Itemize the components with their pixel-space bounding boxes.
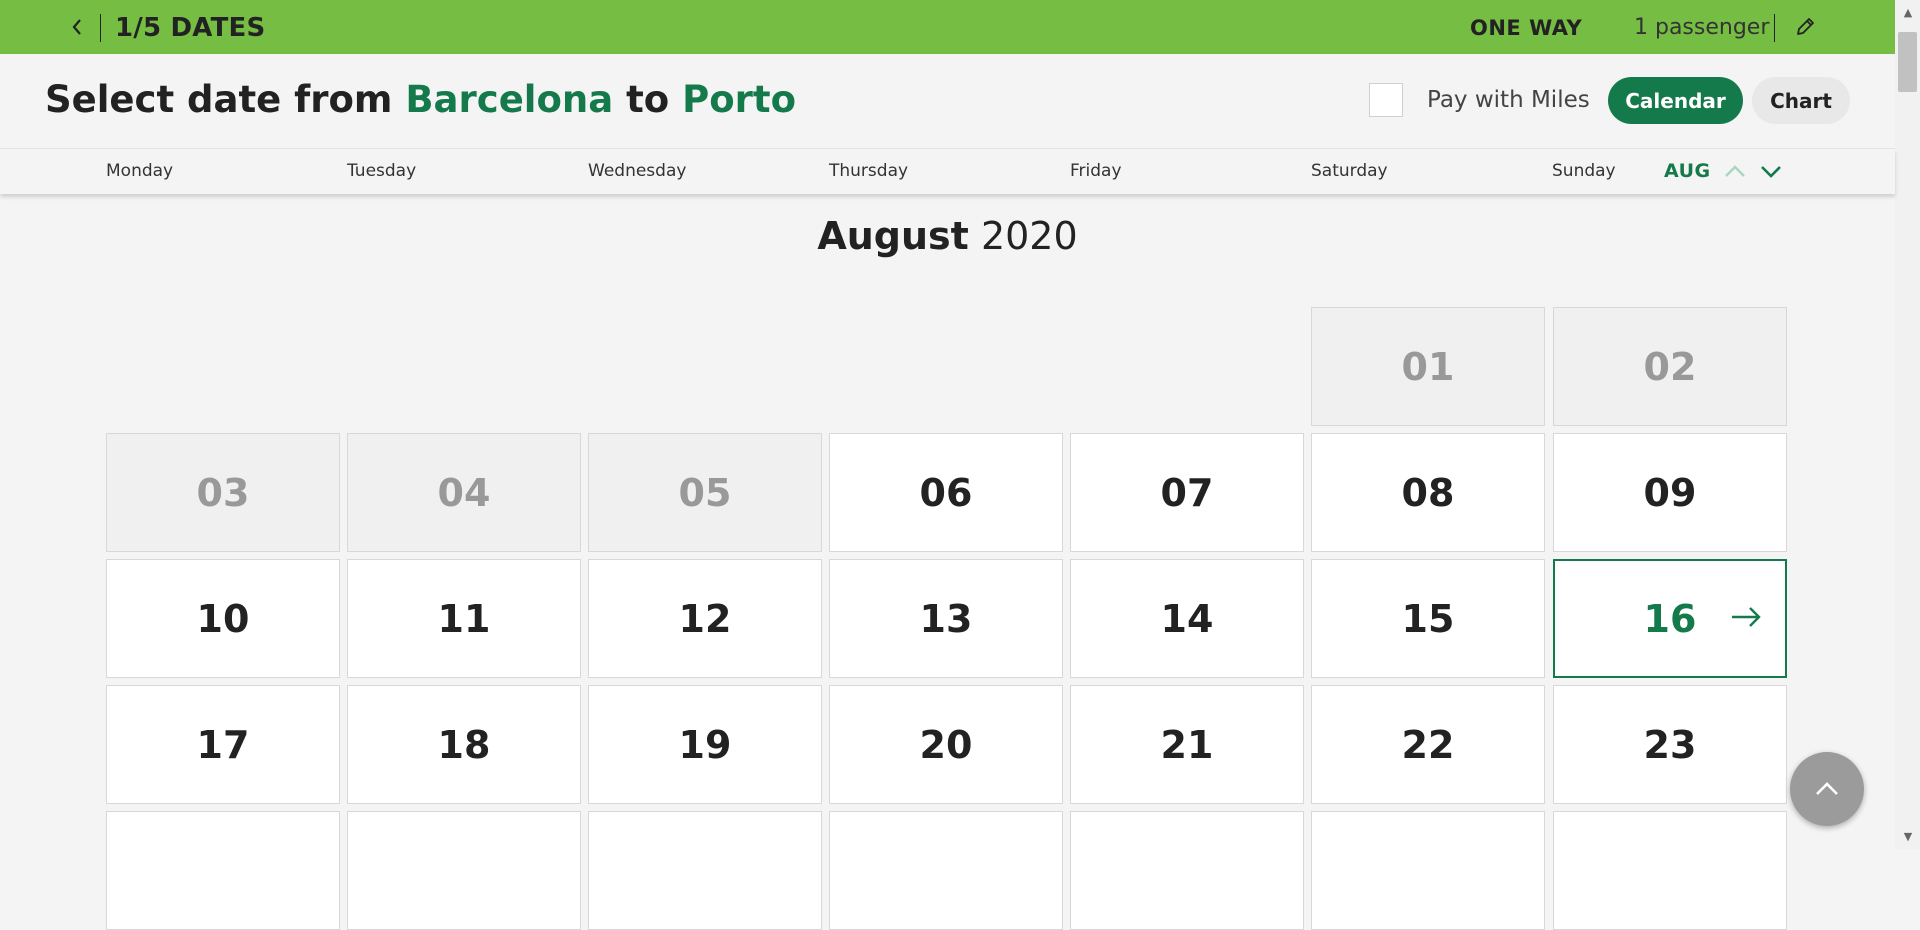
weekday-monday: Monday (106, 161, 174, 181)
page-title: Select date from Barcelona to Porto (45, 78, 796, 121)
day-number: 01 (1401, 344, 1455, 389)
day-number: 11 (437, 596, 491, 641)
trip-type-label: ONE WAY (1470, 16, 1583, 40)
calendar-day[interactable] (1311, 811, 1545, 930)
day-number: 04 (437, 470, 491, 515)
calendar-day[interactable]: 20 (829, 685, 1063, 804)
day-number: 23 (1643, 722, 1697, 767)
step-indicator: 1/5 DATES (115, 13, 266, 43)
calendar-day[interactable]: 23 (1553, 685, 1787, 804)
origin-city: Barcelona (405, 78, 614, 121)
divider (1774, 14, 1775, 42)
title-prefix: Select date from (45, 78, 393, 121)
page-scrollbar[interactable] (1895, 0, 1920, 849)
day-number: 03 (196, 470, 250, 515)
day-number: 18 (437, 722, 491, 767)
calendar-day: 01 (1311, 307, 1545, 426)
calendar-day: 05 (588, 433, 822, 552)
day-number: 05 (678, 470, 732, 515)
day-number: 16 (1643, 596, 1697, 641)
weekday-tuesday: Tuesday (347, 161, 417, 181)
calendar-day: 04 (347, 433, 581, 552)
back-to-top-button[interactable] (1790, 752, 1864, 826)
chevron-up-icon (1816, 782, 1838, 795)
scroll-up-icon[interactable]: ▲ (1900, 6, 1916, 20)
weekday-wednesday: Wednesday (588, 161, 687, 181)
chevron-up-icon[interactable] (1720, 158, 1750, 184)
back-chevron-icon[interactable] (66, 15, 88, 39)
arrow-right-icon (1732, 607, 1761, 627)
calendar-day[interactable]: 10 (106, 559, 340, 678)
calendar-day[interactable]: 12 (588, 559, 822, 678)
calendar-day: 02 (1553, 307, 1787, 426)
calendar-day[interactable]: 19 (588, 685, 822, 804)
day-number: 02 (1643, 344, 1697, 389)
calendar-day[interactable]: 09 (1553, 433, 1787, 552)
calendar-day-selected[interactable]: 16 (1553, 559, 1787, 678)
weekday-friday: Friday (1070, 161, 1122, 181)
calendar-day[interactable] (588, 811, 822, 930)
calendar-day[interactable]: 08 (1311, 433, 1545, 552)
weekday-saturday: Saturday (1311, 161, 1388, 181)
calendar-day[interactable]: 17 (106, 685, 340, 804)
calendar-day[interactable]: 15 (1311, 559, 1545, 678)
weekday-header: Monday Tuesday Wednesday Thursday Friday… (0, 149, 1895, 194)
month-name: August (817, 214, 969, 258)
pencil-icon[interactable] (1793, 14, 1817, 40)
calendar-day[interactable] (1553, 811, 1787, 930)
passenger-count: 1 passenger (1634, 15, 1770, 40)
divider (100, 14, 101, 42)
calendar-day[interactable] (347, 811, 581, 930)
calendar-day[interactable]: 07 (1070, 433, 1304, 552)
day-number: 15 (1401, 596, 1455, 641)
calendar-day[interactable]: 18 (347, 685, 581, 804)
pay-with-miles-checkbox[interactable] (1369, 83, 1403, 117)
day-number: 22 (1401, 722, 1455, 767)
calendar-day[interactable]: 22 (1311, 685, 1545, 804)
weekday-sunday: Sunday (1552, 161, 1616, 181)
chart-view-button[interactable]: Chart (1752, 77, 1850, 124)
month-nav-label: AUG (1664, 160, 1711, 182)
calendar-day[interactable]: 13 (829, 559, 1063, 678)
day-number: 13 (919, 596, 973, 641)
day-number: 14 (1160, 596, 1214, 641)
calendar-day[interactable]: 11 (347, 559, 581, 678)
day-number: 07 (1160, 470, 1214, 515)
month-title: August 2020 (0, 214, 1895, 258)
calendar-day[interactable] (829, 811, 1063, 930)
day-number: 09 (1643, 470, 1697, 515)
day-number: 19 (678, 722, 732, 767)
day-number: 12 (678, 596, 732, 641)
calendar-day[interactable]: 14 (1070, 559, 1304, 678)
weekday-thursday: Thursday (829, 161, 909, 181)
top-bar: 1/5 DATES ONE WAY 1 passenger (0, 0, 1895, 54)
day-number: 21 (1160, 722, 1214, 767)
pay-with-miles-label: Pay with Miles (1427, 87, 1590, 113)
calendar-day[interactable] (106, 811, 340, 930)
day-number: 20 (919, 722, 973, 767)
calendar-day: 03 (106, 433, 340, 552)
day-number: 08 (1401, 470, 1455, 515)
scroll-thumb[interactable] (1898, 32, 1917, 92)
month-year: 2020 (980, 214, 1078, 258)
scroll-down-icon[interactable]: ▼ (1900, 830, 1916, 844)
day-number: 06 (919, 470, 973, 515)
calendar-view-button[interactable]: Calendar (1608, 77, 1743, 124)
day-number: 17 (196, 722, 250, 767)
chevron-down-icon[interactable] (1756, 158, 1786, 184)
calendar-day[interactable]: 21 (1070, 685, 1304, 804)
destination-city: Porto (682, 78, 796, 121)
title-connector: to (626, 78, 670, 121)
calendar-day[interactable]: 06 (829, 433, 1063, 552)
calendar-day[interactable] (1070, 811, 1304, 930)
day-number: 10 (196, 596, 250, 641)
search-header: Select date from Barcelona to Porto Pay … (0, 54, 1895, 149)
